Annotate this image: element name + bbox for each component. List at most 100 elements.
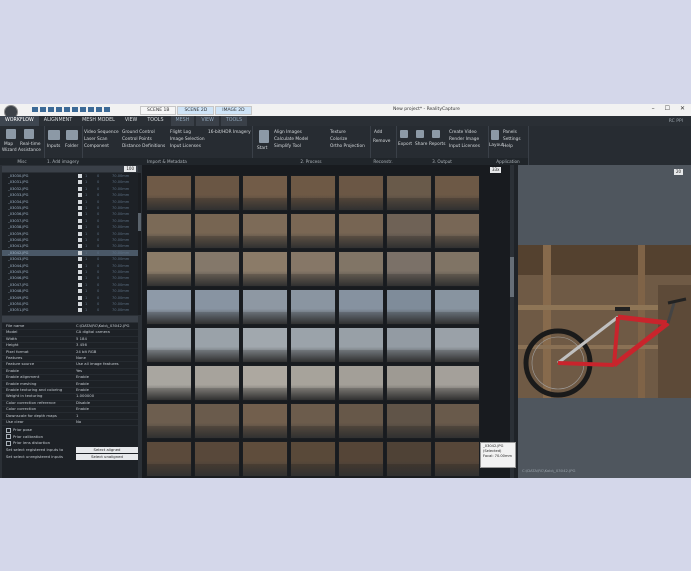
file-enable-checkbox[interactable] [78, 302, 82, 306]
property-value[interactable]: Enable [76, 374, 89, 380]
close-button[interactable]: ✕ [680, 105, 685, 112]
image-thumbnail[interactable] [146, 441, 192, 477]
image-thumbnail[interactable] [338, 365, 384, 401]
select-unaligned-button[interactable]: Select unaligned [76, 453, 138, 460]
property-value[interactable]: None [76, 355, 86, 361]
file-enable-checkbox[interactable] [78, 263, 82, 268]
image-thumbnail[interactable] [146, 327, 192, 363]
image-thumbnail[interactable] [290, 213, 336, 249]
image-thumbnail[interactable] [386, 365, 432, 401]
image-thumbnail[interactable] [290, 441, 336, 477]
image-thumbnail[interactable] [434, 175, 480, 211]
image-thumbnail[interactable] [434, 213, 480, 249]
property-value[interactable]: Enable [76, 406, 89, 412]
maximize-button[interactable]: ☐ [665, 105, 670, 112]
laser-scan-button[interactable]: Laser Scan [84, 137, 108, 142]
menu-extra-view[interactable]: VIEW [196, 116, 219, 126]
file-list-row[interactable]: _03030.JPG 1 0 70.00mm [2, 173, 138, 179]
render-image-button[interactable]: Render Image [449, 137, 479, 142]
property-value[interactable]: 24 bit RGB [76, 349, 96, 355]
layout-3-icon[interactable] [88, 107, 94, 112]
file-enable-checkbox[interactable] [78, 244, 82, 249]
file-list-row[interactable]: _03040.JPG 1 0 70.00mm [2, 237, 138, 243]
image-thumbnail[interactable] [194, 327, 240, 363]
file-enable-checkbox[interactable] [78, 212, 82, 217]
property-value[interactable]: 1 [76, 413, 78, 419]
ground-control-button[interactable]: Ground Control [122, 130, 155, 135]
scroll-thumb[interactable] [510, 257, 514, 297]
checkbox[interactable] [6, 434, 11, 440]
grid-scrollbar[interactable] [510, 165, 514, 478]
image-thumbnail[interactable] [290, 289, 336, 325]
realtime-button[interactable]: Real-time [20, 142, 41, 147]
menu-extra-tools[interactable]: TOOLS [220, 116, 248, 126]
share-button[interactable]: Share [415, 142, 427, 147]
minimize-button[interactable]: – [652, 105, 655, 112]
folder-icon[interactable] [66, 130, 78, 140]
file-list-row[interactable]: _03046.JPG 1 0 70.00mm [2, 275, 138, 281]
image-thumbnail[interactable] [242, 441, 288, 477]
file-enable-checkbox[interactable] [78, 231, 82, 236]
preview-zoom[interactable]: 20 [674, 169, 684, 175]
file-list-row[interactable]: _03035.JPG 1 0 70.00mm [2, 205, 138, 211]
image-thumbnail[interactable] [338, 403, 384, 439]
file-enable-checkbox[interactable] [78, 289, 82, 294]
image-thumbnail[interactable] [194, 289, 240, 325]
checkbox[interactable] [6, 440, 11, 446]
inputs-icon[interactable] [48, 130, 60, 140]
file-enable-checkbox[interactable] [78, 174, 82, 178]
prior-checkbox-row[interactable]: Prior pose [6, 427, 32, 433]
layout-button[interactable]: Layout [489, 143, 504, 148]
image-thumbnail[interactable] [242, 213, 288, 249]
save-project-icon[interactable] [48, 107, 54, 112]
inputs-button[interactable]: Inputs [47, 144, 60, 149]
redo-icon[interactable] [64, 107, 70, 112]
property-value[interactable]: 5 184 [76, 336, 87, 342]
ortho-projection-button[interactable]: Ortho Projection [330, 144, 365, 149]
file-list-row[interactable]: _03034.JPG 1 0 70.00mm [2, 199, 138, 205]
file-enable-checkbox[interactable] [78, 186, 82, 191]
image-thumbnail[interactable] [194, 403, 240, 439]
file-enable-checkbox[interactable] [78, 257, 82, 262]
help-button[interactable]: Help [503, 144, 513, 149]
preview-photo[interactable] [518, 245, 691, 398]
image-thumbnail[interactable] [386, 403, 432, 439]
file-list-row[interactable]: _03050.JPG 1 0 70.00mm [2, 301, 138, 307]
file-list-row[interactable]: _03045.JPG 1 0 70.00mm [2, 269, 138, 275]
calculate-model-button[interactable]: Calculate Model [274, 137, 308, 142]
align-images-button[interactable]: Align Images [274, 130, 302, 135]
export-icon[interactable] [400, 130, 408, 138]
image-thumbnail[interactable] [242, 403, 288, 439]
image-thumbnail[interactable] [146, 213, 192, 249]
simplify-tool-button[interactable]: Simplify Tool [274, 144, 301, 149]
start-icon[interactable] [259, 130, 269, 143]
image-thumbnail[interactable] [338, 327, 384, 363]
file-enable-checkbox[interactable] [78, 193, 82, 198]
menu-mesh-model[interactable]: MESH MODEL [77, 116, 120, 126]
image-thumbnail[interactable] [290, 175, 336, 211]
reports-button[interactable]: Reports [429, 142, 445, 147]
file-enable-checkbox[interactable] [78, 238, 82, 242]
panels-button[interactable]: Panels [503, 130, 517, 135]
menu-extra-mesh[interactable]: MESH [170, 116, 195, 126]
image-thumbnail[interactable] [146, 251, 192, 287]
file-enable-checkbox[interactable] [78, 282, 82, 287]
image-thumbnail[interactable] [386, 175, 432, 211]
select-aligned-button[interactable]: Select aligned [76, 446, 138, 453]
output-input-licenses-button[interactable]: Input Licenses [449, 144, 480, 149]
image-thumbnail[interactable] [338, 251, 384, 287]
wizard-assistance-button[interactable]: Wizard Assistance [2, 148, 41, 153]
remove-button[interactable]: Remove [373, 139, 390, 144]
image-thumbnail[interactable] [290, 403, 336, 439]
property-value[interactable]: Disable [76, 400, 90, 406]
image-thumbnail[interactable] [194, 251, 240, 287]
image-thumbnail[interactable] [194, 441, 240, 477]
map-icon[interactable] [6, 129, 16, 139]
file-enable-checkbox[interactable] [78, 206, 82, 210]
image-thumbnail[interactable] [242, 365, 288, 401]
file-list-zoom[interactable]: 100 [124, 166, 136, 172]
image-thumbnail[interactable] [242, 175, 288, 211]
image-thumbnail[interactable] [434, 289, 480, 325]
file-list-scrollbar[interactable] [138, 173, 141, 315]
file-list-row[interactable]: _03049.JPG 1 0 70.00mm [2, 295, 138, 301]
